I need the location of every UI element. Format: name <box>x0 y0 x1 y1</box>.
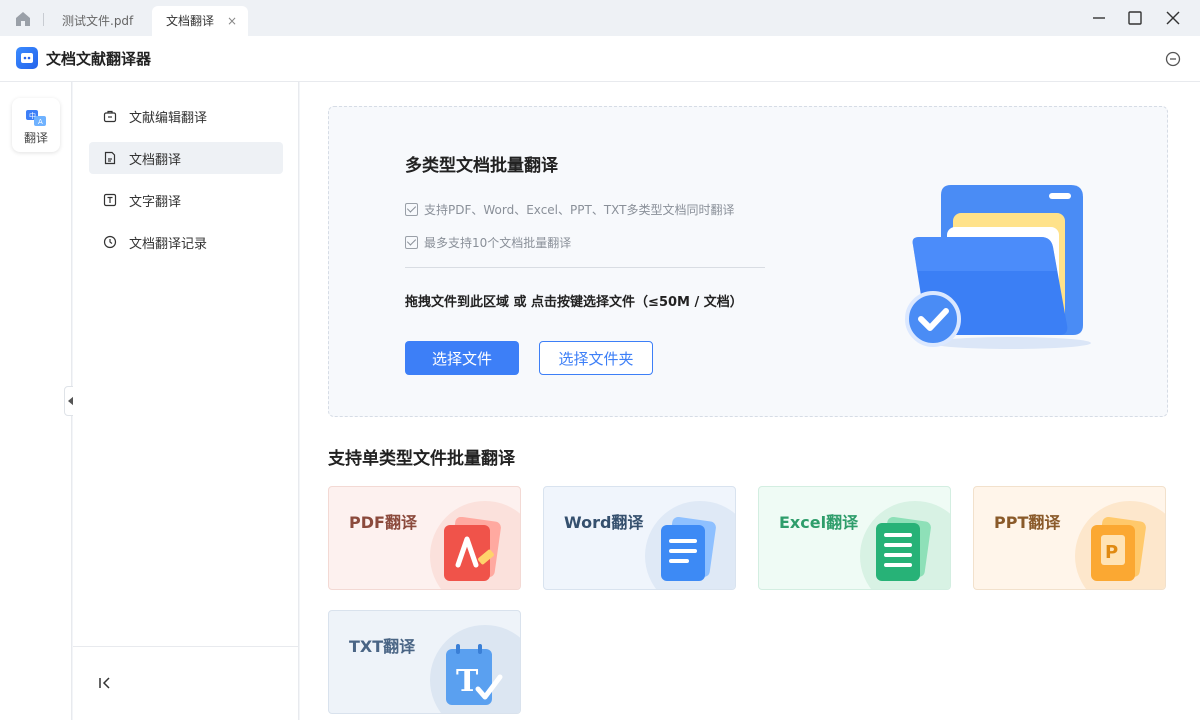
folder-illustration-icon <box>905 185 1091 349</box>
select-file-button[interactable]: 选择文件 <box>405 341 519 375</box>
word-translate-card[interactable]: Word翻译 <box>543 486 736 590</box>
word-icon <box>661 517 716 581</box>
app-header: 文档文献翻译器 <box>0 36 1200 82</box>
tab-document-translate[interactable]: 文档翻译 × <box>152 6 248 36</box>
app-logo <box>16 47 38 69</box>
svg-text:A: A <box>38 118 43 126</box>
close-window-icon[interactable] <box>1164 9 1182 27</box>
tab-label: 文档翻译 <box>166 14 215 28</box>
card-label: PDF翻译 <box>349 513 417 532</box>
card-label: TXT翻译 <box>349 637 416 656</box>
minimize-icon[interactable] <box>1090 9 1108 27</box>
sidebar-item-document-translate[interactable]: 文档翻译 <box>89 142 283 174</box>
sidebar-item-translate-history[interactable]: 文档翻译记录 <box>89 226 283 258</box>
sidebar-item-label: 文档翻译 <box>129 153 182 168</box>
app-title: 文档文献翻译器 <box>46 50 152 68</box>
sidebar-item-label: 文献编辑翻译 <box>129 111 208 126</box>
rail-item-label: 翻译 <box>23 131 48 145</box>
close-tab-icon[interactable]: × <box>227 6 237 36</box>
feature-text: 支持PDF、Word、Excel、PPT、TXT多类型文档同时翻译 <box>424 203 735 217</box>
feature-item: 最多支持10个文档批量翻译 <box>405 234 571 251</box>
main-content: 多类型文档批量翻译 支持PDF、Word、Excel、PPT、TXT多类型文档同… <box>300 82 1200 720</box>
briefcase-icon <box>103 110 117 123</box>
sidebar-nav: 文献编辑翻译 文档翻译 文字翻译 文档翻译记录 <box>89 100 283 268</box>
file-drop-zone[interactable]: 多类型文档批量翻译 支持PDF、Word、Excel、PPT、TXT多类型文档同… <box>328 106 1168 417</box>
feature-item: 支持PDF、Word、Excel、PPT、TXT多类型文档同时翻译 <box>405 201 734 218</box>
left-rail: 中 A 翻译 <box>0 82 72 720</box>
sidebar-footer <box>73 646 299 720</box>
pdf-translate-card[interactable]: PDF翻译 <box>328 486 521 590</box>
svg-text:中: 中 <box>29 111 36 120</box>
check-icon <box>405 203 418 216</box>
tab-label: 测试文件.pdf <box>62 14 134 28</box>
card-label: Excel翻译 <box>779 513 859 532</box>
excel-translate-card[interactable]: Excel翻译 <box>758 486 951 590</box>
document-icon <box>104 151 116 165</box>
settings-icon[interactable] <box>1164 50 1182 68</box>
txt-icon: T <box>446 644 503 705</box>
drop-zone-title: 多类型文档批量翻译 <box>405 156 558 176</box>
app-logo-icon <box>21 53 33 63</box>
card-label: Word翻译 <box>564 513 644 532</box>
sidebar-item-label: 文字翻译 <box>129 195 182 210</box>
txt-translate-card[interactable]: TXT翻译 T <box>328 610 521 714</box>
tab-test-file[interactable]: 测试文件.pdf <box>54 8 141 34</box>
sidebar: 文献编辑翻译 文档翻译 文字翻译 文档翻译记录 <box>73 82 299 720</box>
collapse-sidebar-icon[interactable] <box>97 675 113 691</box>
maximize-icon[interactable] <box>1126 9 1144 27</box>
ppt-icon: P <box>1091 517 1146 581</box>
select-folder-button[interactable]: 选择文件夹 <box>539 341 653 375</box>
divider <box>405 267 765 268</box>
vertical-scrollbar[interactable] <box>1194 82 1200 720</box>
translate-icon: 中 A <box>26 110 46 126</box>
drop-hint: 拖拽文件到此区域 或 点击按键选择文件（≤50M / 文档） <box>405 295 743 310</box>
excel-icon <box>876 517 931 581</box>
sidebar-item-literature-edit[interactable]: 文献编辑翻译 <box>89 100 283 132</box>
svg-text:T: T <box>456 664 479 699</box>
title-bar: 测试文件.pdf 文档翻译 × <box>0 0 1200 36</box>
card-label: PPT翻译 <box>994 513 1061 532</box>
home-icon[interactable] <box>14 10 32 28</box>
ppt-translate-card[interactable]: PPT翻译 P <box>973 486 1166 590</box>
tab-separator <box>43 13 44 26</box>
check-icon <box>405 236 418 249</box>
sidebar-item-text-translate[interactable]: 文字翻译 <box>89 184 283 216</box>
text-icon <box>103 193 117 207</box>
clock-icon <box>103 235 117 249</box>
svg-text:P: P <box>1105 542 1118 563</box>
section-title: 支持单类型文件批量翻译 <box>328 449 515 469</box>
pdf-icon <box>444 517 501 581</box>
sidebar-item-label: 文档翻译记录 <box>129 237 208 252</box>
rail-item-translate[interactable]: 中 A 翻译 <box>12 98 60 152</box>
feature-text: 最多支持10个文档批量翻译 <box>424 236 572 250</box>
